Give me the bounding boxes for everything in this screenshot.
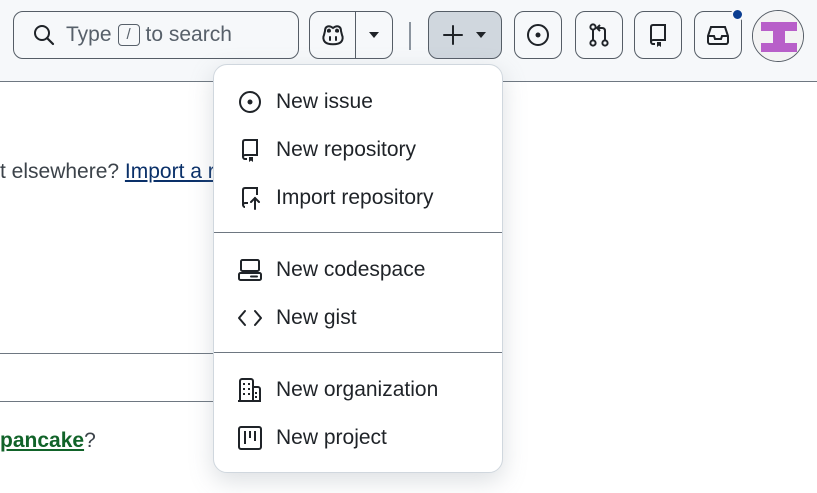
menu-divider [214,232,502,233]
repo-icon [649,24,666,47]
search-placeholder: Type / to search [66,23,232,47]
repo-push-icon [242,187,260,210]
menu-item-label: New project [276,426,387,449]
organization-icon [238,378,261,402]
codespaces-icon [238,259,262,281]
divider [0,353,220,354]
copilot-dropdown-button[interactable] [356,12,392,58]
menu-item-new-repository[interactable]: New repository [214,128,502,172]
avatar[interactable] [752,10,804,62]
repo-name-suggestion-link[interactable]: pancake [0,429,84,452]
search-shortcut-key: / [117,24,140,46]
background-text-line: pancake? [0,429,96,453]
copilot-icon [321,25,344,46]
repositories-button[interactable] [634,11,682,59]
search-placeholder-suffix: to search [145,23,232,46]
repo-icon [241,139,258,162]
import-repository-link[interactable]: Import a re [125,160,227,183]
menu-item-label: New organization [276,378,439,401]
code-icon [238,310,262,326]
avatar-identicon [753,11,803,61]
issue-opened-icon [527,24,549,46]
plus-icon [443,25,463,45]
menu-item-label: New issue [276,90,373,113]
divider [0,401,220,402]
background-text: t elsewhere? [0,160,125,183]
menu-item-new-organization[interactable]: New organization [214,368,502,412]
menu-item-label: New repository [276,138,417,161]
menu-item-label: New gist [276,306,357,329]
triangle-down-icon [476,32,486,38]
project-icon [238,426,262,450]
copilot-button[interactable] [310,12,356,58]
menu-divider [214,352,502,353]
triangle-down-icon [369,32,379,38]
git-pull-request-icon [589,23,609,47]
menu-item-new-project[interactable]: New project [214,416,502,460]
issue-opened-icon [239,91,261,113]
create-new-button[interactable] [428,11,502,59]
create-new-menu: New issue New repository Import reposito… [213,64,503,473]
search-placeholder-prefix: Type [66,23,112,46]
header-divider [409,22,411,50]
background-text-line: t elsewhere? Import a re [0,160,226,184]
menu-item-new-issue[interactable]: New issue [214,80,502,124]
search-icon [34,25,55,46]
menu-item-label: New codespace [276,258,426,281]
menu-item-import-repository[interactable]: Import repository [214,176,502,220]
menu-item-label: Import repository [276,186,434,209]
pull-requests-button[interactable] [575,11,623,59]
menu-item-new-codespace[interactable]: New codespace [214,248,502,292]
search-input[interactable]: Type / to search [13,11,299,59]
issues-button[interactable] [514,11,562,59]
unread-notification-dot [731,8,744,21]
background-text: ? [84,429,96,452]
menu-item-new-gist[interactable]: New gist [214,296,502,340]
inbox-icon [707,26,729,45]
copilot-button-group [309,11,393,59]
